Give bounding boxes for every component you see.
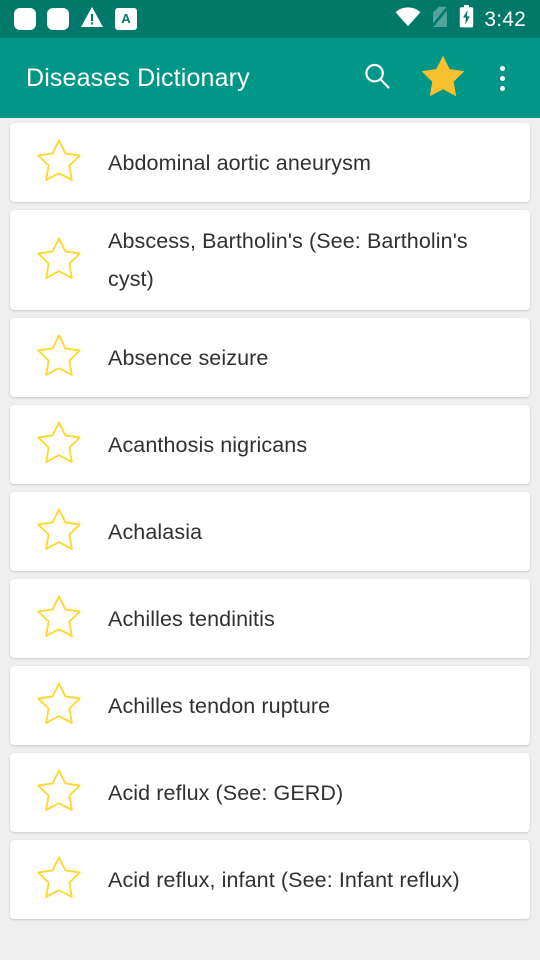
disease-name: Acanthosis nigricans: [108, 432, 308, 457]
disease-name: Achalasia: [108, 519, 203, 544]
disease-list-item[interactable]: Achilles tendinitis: [10, 579, 530, 658]
toolbar-actions: [346, 46, 526, 110]
star-outline-icon: [36, 594, 82, 643]
star-outline-icon: [36, 855, 82, 904]
status-bar-right-icons: 3:42: [395, 5, 526, 33]
favorite-toggle-button[interactable]: [10, 855, 108, 904]
star-outline-icon: [36, 420, 82, 469]
disease-list-item[interactable]: Abdominal aortic aneurysm: [10, 123, 530, 202]
star-filled-icon: [420, 54, 466, 103]
battery-charging-icon: [459, 5, 474, 33]
favorite-toggle-button[interactable]: [10, 507, 108, 556]
search-button[interactable]: [346, 46, 408, 110]
favorite-toggle-button[interactable]: [10, 681, 108, 730]
status-bar-left-icons: A: [14, 6, 137, 33]
app-root: A 3:42 Diseases Dictionary Abdominal aor…: [0, 0, 540, 960]
disease-name: Abdominal aortic aneurysm: [108, 150, 372, 175]
favorite-toggle-button[interactable]: [10, 236, 108, 285]
star-outline-icon: [36, 768, 82, 817]
keyboard-language-letter: A: [121, 10, 131, 26]
favorite-toggle-button[interactable]: [10, 420, 108, 469]
star-outline-icon: [36, 333, 82, 382]
app-toolbar: Diseases Dictionary: [0, 38, 540, 118]
disease-name: Absence seizure: [108, 345, 269, 370]
star-outline-icon: [36, 507, 82, 556]
star-outline-icon: [36, 681, 82, 730]
star-outline-icon: [36, 236, 82, 285]
disease-list-item[interactable]: Achalasia: [10, 492, 530, 571]
disease-name: Achilles tendon rupture: [108, 693, 331, 718]
disease-name: Acid reflux (See: GERD): [108, 780, 344, 805]
status-bar-clock: 3:42: [484, 7, 526, 31]
search-icon: [361, 60, 393, 97]
warning-triangle-icon: [80, 6, 104, 33]
notification-square-icon: [47, 8, 69, 30]
no-sim-icon: [430, 5, 450, 33]
overflow-menu-button[interactable]: [478, 46, 526, 110]
favorites-button[interactable]: [408, 46, 478, 110]
disease-list-item[interactable]: Acid reflux, infant (See: Infant reflux): [10, 840, 530, 919]
favorite-toggle-button[interactable]: [10, 138, 108, 187]
disease-list-item[interactable]: Acid reflux (See: GERD): [10, 753, 530, 832]
favorite-toggle-button[interactable]: [10, 333, 108, 382]
favorite-toggle-button[interactable]: [10, 594, 108, 643]
more-options-icon: [499, 65, 505, 91]
favorite-toggle-button[interactable]: [10, 768, 108, 817]
disease-list-item[interactable]: Abscess, Bartholin's (See: Bartholin's c…: [10, 210, 530, 310]
notification-square-icon: [14, 8, 36, 30]
disease-list[interactable]: Abdominal aortic aneurysm Abscess, Bartho…: [0, 118, 540, 960]
star-outline-icon: [36, 138, 82, 187]
disease-name: Acid reflux, infant (See: Infant reflux): [108, 867, 460, 892]
status-bar: A 3:42: [0, 0, 540, 38]
keyboard-language-icon: A: [115, 8, 137, 30]
disease-name: Achilles tendinitis: [108, 606, 275, 631]
wifi-icon: [395, 6, 421, 32]
disease-name: Abscess, Bartholin's (See: Bartholin's c…: [108, 229, 468, 291]
disease-list-item[interactable]: Acanthosis nigricans: [10, 405, 530, 484]
page-title: Diseases Dictionary: [26, 63, 250, 92]
disease-list-item[interactable]: Absence seizure: [10, 318, 530, 397]
disease-list-item[interactable]: Achilles tendon rupture: [10, 666, 530, 745]
